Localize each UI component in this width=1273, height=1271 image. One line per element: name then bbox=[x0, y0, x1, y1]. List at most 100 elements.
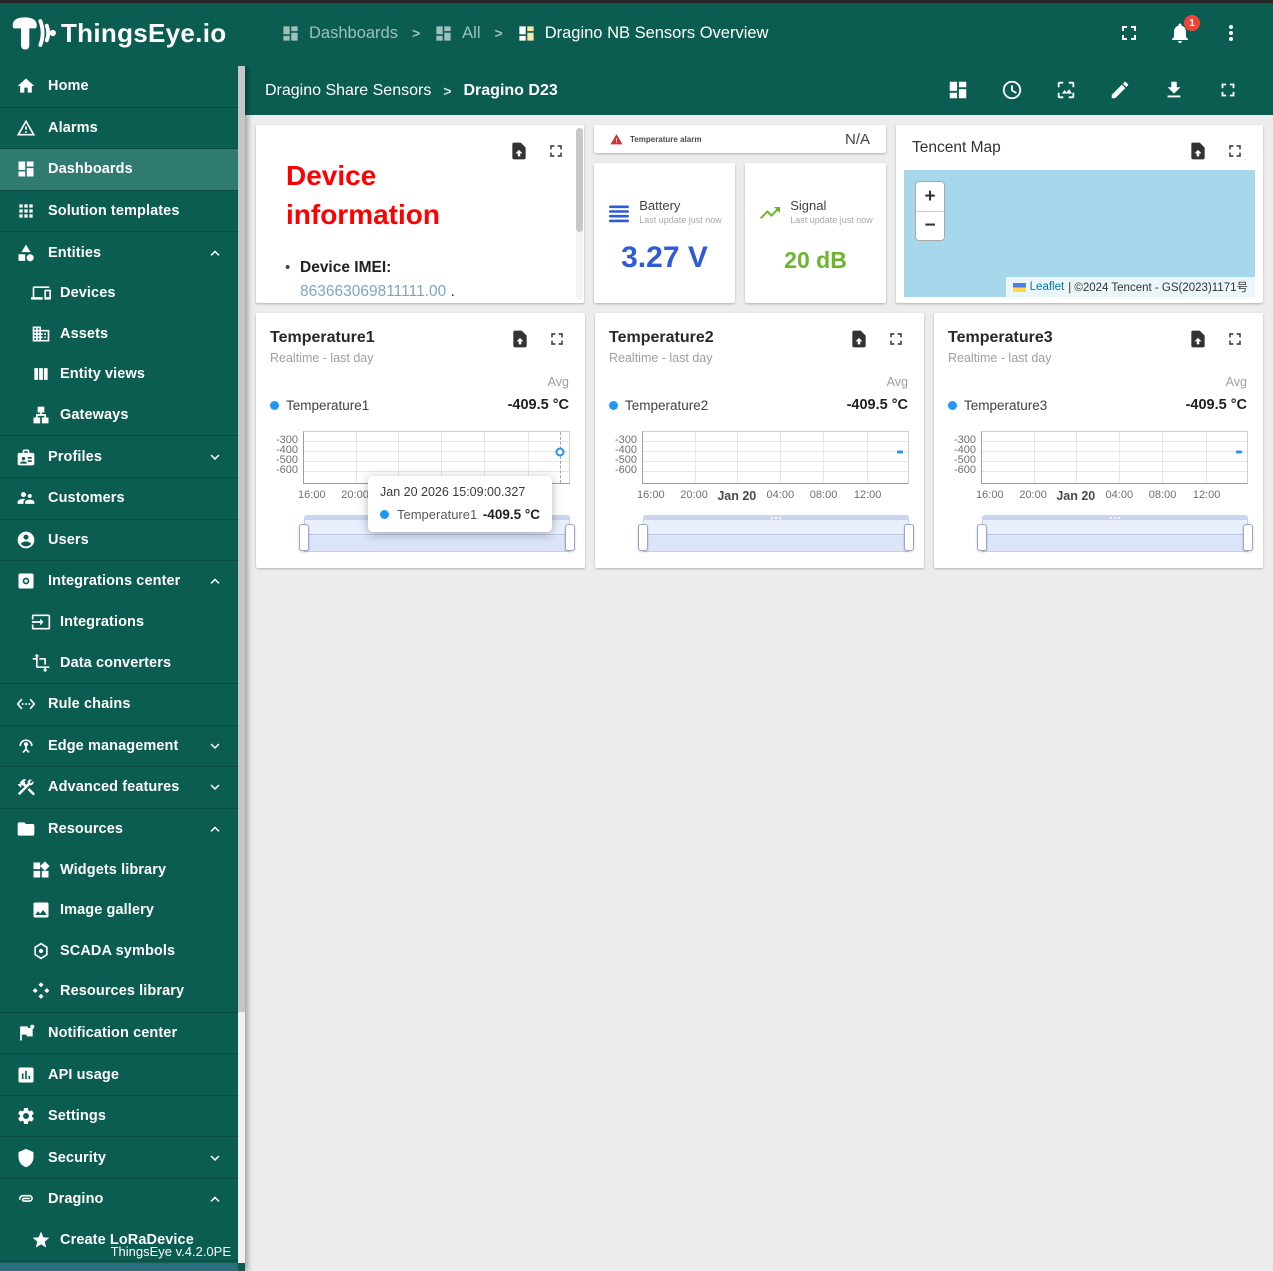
widget-scrollbar-thumb[interactable] bbox=[576, 128, 583, 232]
device-information-widget: Device information Device IMEI: 86366306… bbox=[256, 125, 584, 303]
notifications-icon[interactable]: 1 bbox=[1168, 15, 1200, 45]
chevron-up-icon[interactable] bbox=[206, 572, 224, 590]
dashboard-group-link[interactable]: Dragino Share Sensors bbox=[265, 82, 431, 100]
chart-legend[interactable]: Temperature2 -409.5 °C bbox=[609, 397, 908, 413]
leaflet-link[interactable]: Leaflet bbox=[1030, 281, 1065, 293]
chevron-down-icon[interactable] bbox=[206, 737, 224, 755]
edit-icon[interactable] bbox=[1109, 79, 1133, 103]
gridline bbox=[866, 432, 868, 483]
export-widget-icon[interactable] bbox=[510, 329, 530, 349]
sidebar-item-label: SCADA symbols bbox=[60, 942, 176, 959]
time-range-slider[interactable] bbox=[638, 515, 914, 552]
map-canvas[interactable]: + − Leaflet | ©2024 Tencent - GS(2023)11… bbox=[904, 170, 1255, 297]
data-point[interactable] bbox=[555, 447, 565, 457]
more-vert-icon[interactable] bbox=[1219, 21, 1243, 45]
sidebar-item-resources-library[interactable]: Resources library bbox=[0, 971, 238, 1012]
chevron-up-icon[interactable] bbox=[206, 820, 224, 838]
sidebar-item-customers[interactable]: Customers bbox=[0, 478, 238, 519]
sidebar-item-dashboards[interactable]: Dashboards bbox=[0, 149, 238, 190]
slider-right-handle[interactable] bbox=[565, 524, 575, 551]
sidebar-item-image-gallery[interactable]: Image gallery bbox=[0, 890, 238, 931]
export-widget-icon[interactable] bbox=[1188, 141, 1208, 161]
sidebar-item-dragino[interactable]: Dragino bbox=[0, 1179, 238, 1220]
sidebar-item-notification-center[interactable]: Notification center bbox=[0, 1013, 238, 1054]
chevron-down-icon[interactable] bbox=[206, 448, 224, 466]
sidebar-item-label: Image gallery bbox=[60, 902, 154, 919]
chevron-up-icon[interactable] bbox=[206, 1190, 224, 1208]
layouts-icon[interactable] bbox=[947, 79, 971, 103]
expand-widget-icon[interactable] bbox=[1225, 141, 1245, 161]
history-icon[interactable] bbox=[1001, 79, 1025, 103]
sidebar-scrollbar[interactable] bbox=[238, 66, 245, 1263]
sidebar-item-security[interactable]: Security bbox=[0, 1137, 238, 1178]
zoom-out-button[interactable]: − bbox=[916, 211, 944, 240]
sidebar-item-alarms[interactable]: Alarms bbox=[0, 108, 238, 149]
data-point[interactable] bbox=[1236, 450, 1243, 454]
slider-selected-range[interactable] bbox=[643, 520, 909, 552]
chevron-up-icon[interactable] bbox=[206, 244, 224, 262]
thingseye-logo-icon bbox=[12, 17, 56, 50]
sidebar-item-solution-templates[interactable]: Solution templates bbox=[0, 191, 238, 232]
slider-left-handle[interactable] bbox=[977, 524, 987, 551]
sidebar-item-advanced-features[interactable]: Advanced features bbox=[0, 767, 238, 808]
sidebar-item-gateways[interactable]: Gateways bbox=[0, 395, 238, 436]
fullscreen-icon[interactable] bbox=[1217, 79, 1241, 103]
fullscreen-icon[interactable] bbox=[1117, 21, 1141, 45]
chevron-down-icon[interactable] bbox=[206, 778, 224, 796]
sidebar-item-resources[interactable]: Resources bbox=[0, 809, 238, 850]
data-point[interactable] bbox=[897, 450, 904, 454]
sidebar-item-entities[interactable]: Entities bbox=[0, 232, 238, 273]
x-axis-tick: 04:00 bbox=[1105, 489, 1134, 501]
chart-plot-area[interactable] bbox=[642, 431, 909, 484]
expand-widget-icon[interactable] bbox=[886, 329, 906, 349]
export-widget-icon[interactable] bbox=[509, 141, 529, 161]
sidebar-item-devices[interactable]: Devices bbox=[0, 273, 238, 314]
sidebar-hscrollbar[interactable] bbox=[0, 1263, 238, 1271]
chart-timewindow: Realtime - last day bbox=[609, 351, 713, 365]
export-widget-icon[interactable] bbox=[849, 329, 869, 349]
slider-right-handle[interactable] bbox=[904, 524, 914, 551]
expand-widget-icon[interactable] bbox=[546, 141, 566, 161]
sidebar-item-label: Rule chains bbox=[48, 696, 131, 713]
breadcrumb-all[interactable]: All bbox=[434, 24, 481, 43]
sidebar-item-widgets-library[interactable]: Widgets library bbox=[0, 849, 238, 890]
sidebar-item-integrations[interactable]: Integrations bbox=[0, 602, 238, 643]
sidebar-item-edge-management[interactable]: Edge management bbox=[0, 726, 238, 767]
sidebar-item-rule-chains[interactable]: Rule chains bbox=[0, 684, 238, 725]
sidebar-item-data-converters[interactable]: Data converters bbox=[0, 642, 238, 683]
breadcrumb-dashboards[interactable]: Dashboards bbox=[281, 24, 398, 43]
breadcrumb-current[interactable]: Dragino NB Sensors Overview bbox=[517, 24, 768, 43]
slider-right-handle[interactable] bbox=[1243, 524, 1253, 551]
widget-scrollbar[interactable] bbox=[576, 128, 583, 300]
slider-selected-range[interactable] bbox=[982, 520, 1248, 552]
security-icon bbox=[16, 1148, 36, 1168]
sidebar-item-profiles[interactable]: Profiles bbox=[0, 436, 238, 477]
sidebar-item-entity-views[interactable]: Entity views bbox=[0, 354, 238, 395]
x-axis-tick: 16:00 bbox=[298, 489, 326, 501]
time-range-slider[interactable] bbox=[977, 515, 1253, 552]
sidebar-group: Integrations center Integrations Data conv… bbox=[0, 561, 245, 684]
sidebar-item-scada-symbols[interactable]: SCADA symbols bbox=[0, 930, 238, 971]
zoom-in-button[interactable]: + bbox=[916, 182, 944, 211]
screenshot-icon[interactable] bbox=[1055, 79, 1079, 103]
expand-widget-icon[interactable] bbox=[1225, 329, 1245, 349]
slider-left-handle[interactable] bbox=[638, 524, 648, 551]
sidebar-scrollbar-thumb[interactable] bbox=[238, 66, 245, 1012]
app-logo[interactable]: ThingsEye.io bbox=[0, 13, 245, 53]
chart-plot-area[interactable] bbox=[981, 431, 1248, 484]
sidebar-item-settings[interactable]: Settings bbox=[0, 1096, 238, 1137]
chart-legend[interactable]: Temperature3 -409.5 °C bbox=[948, 397, 1247, 413]
slider-left-handle[interactable] bbox=[299, 524, 309, 551]
sidebar-item-users[interactable]: Users bbox=[0, 520, 238, 561]
chart-legend[interactable]: Temperature1 -409.5 °C bbox=[270, 397, 569, 413]
download-icon[interactable] bbox=[1163, 79, 1187, 103]
export-widget-icon[interactable] bbox=[1188, 329, 1208, 349]
gridline bbox=[304, 451, 569, 452]
sidebar-item-assets[interactable]: Assets bbox=[0, 314, 238, 355]
sidebar-item-home[interactable]: Home bbox=[0, 66, 238, 107]
sidebar-item-api-usage[interactable]: API usage bbox=[0, 1054, 238, 1095]
sidebar-item-integrations-center[interactable]: Integrations center bbox=[0, 561, 238, 602]
sidebar-item-label: Advanced features bbox=[48, 779, 180, 796]
chevron-down-icon[interactable] bbox=[206, 1149, 224, 1167]
expand-widget-icon[interactable] bbox=[547, 329, 567, 349]
